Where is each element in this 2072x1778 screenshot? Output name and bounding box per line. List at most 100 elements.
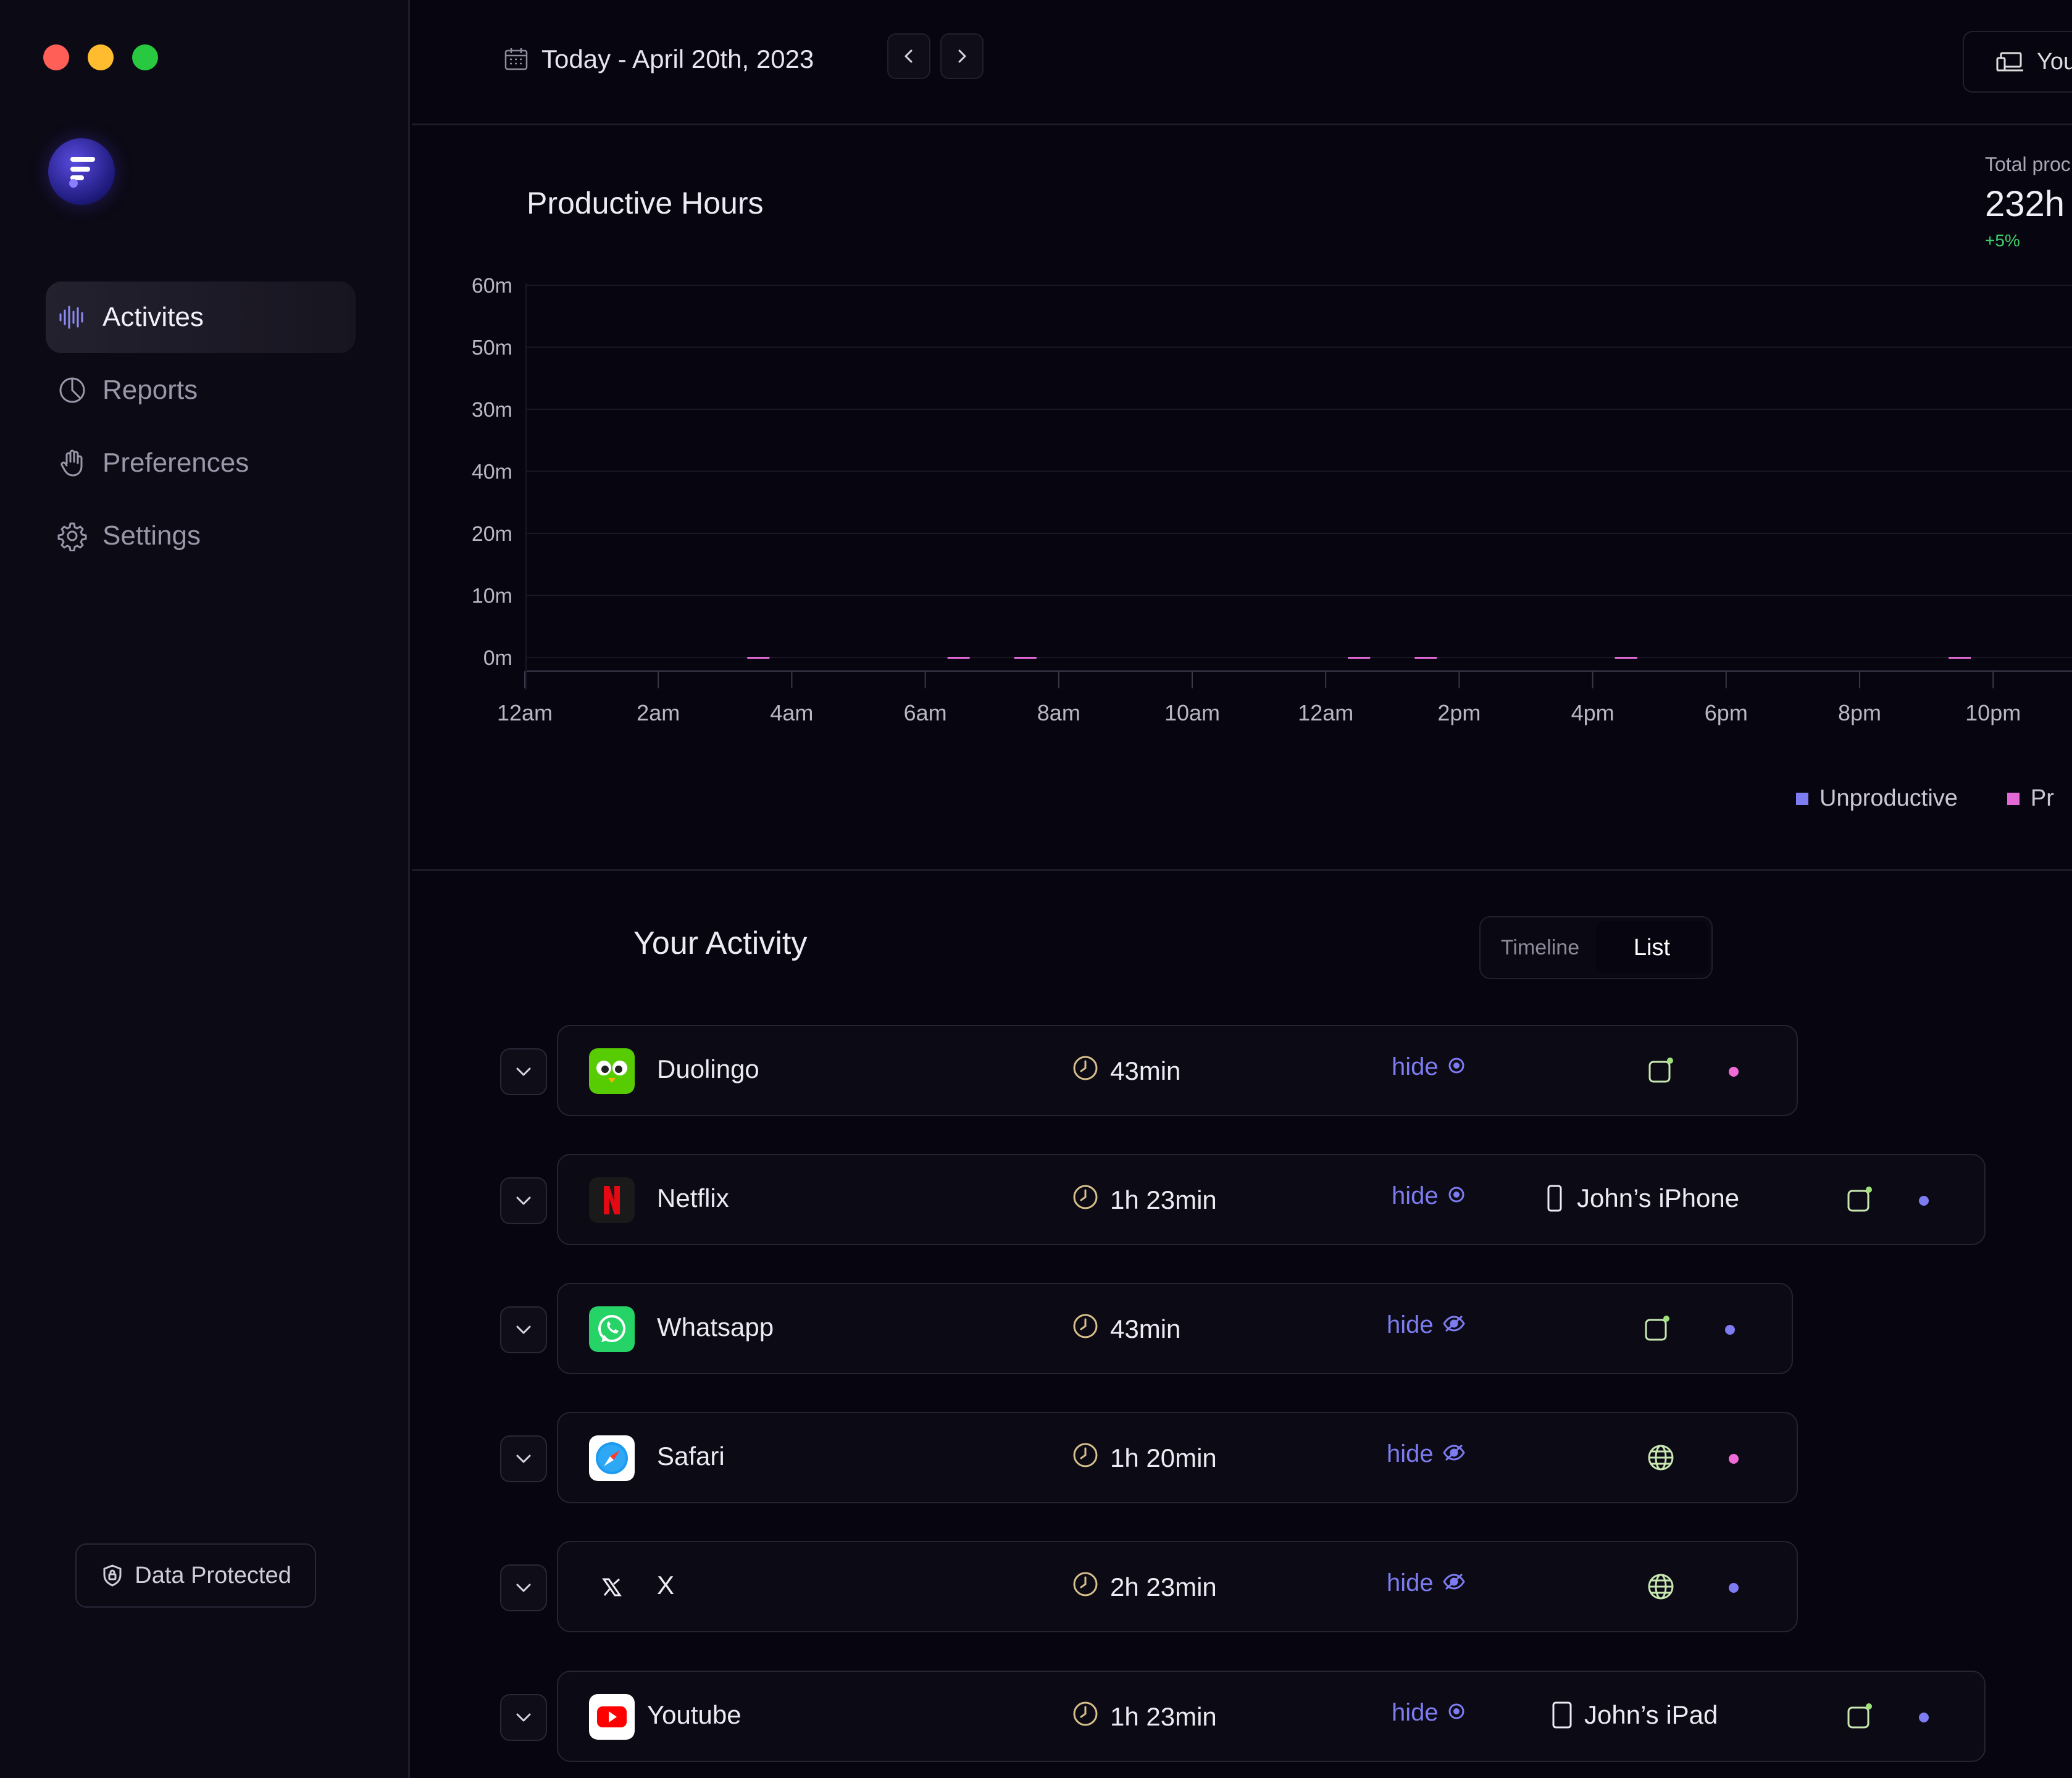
category-dot — [1729, 1454, 1739, 1464]
x-tick-label: 4am — [770, 700, 813, 725]
y-tick-label: 30m — [472, 398, 512, 422]
chart-bar[interactable] — [1348, 657, 1371, 659]
duration-value: 43min — [1110, 1314, 1181, 1343]
activity-card[interactable]: Safari 1h 20min hide — [557, 1412, 1798, 1503]
expand-row-button[interactable] — [500, 1564, 547, 1611]
activity-row: Duolingo 43min hide — [0, 1025, 2072, 1119]
app-name: Whatsapp — [657, 1313, 774, 1342]
duration-value: 2h 23min — [1110, 1572, 1217, 1601]
legend-swatch — [2007, 792, 2020, 805]
clock-icon — [1072, 1313, 1099, 1346]
calendar-icon — [504, 48, 528, 70]
globe-icon — [1646, 1443, 1676, 1472]
sidebar-item-activites[interactable]: Activites — [46, 282, 356, 353]
category-dot — [1729, 1067, 1739, 1077]
hide-label: hide — [1387, 1311, 1434, 1338]
sidebar-item-label: Activites — [102, 302, 204, 332]
activity-card[interactable]: X 2h 23min hide — [557, 1541, 1798, 1632]
activity-card[interactable]: Duolingo 43min hide — [557, 1025, 1798, 1116]
hide-toggle[interactable]: hide — [1392, 1053, 1466, 1081]
app-name: X — [657, 1571, 675, 1600]
sidebar-nav: Activites Reports Preferences Settings — [46, 282, 356, 573]
pie-chart-icon — [59, 377, 85, 403]
duration-value: 43min — [1110, 1056, 1181, 1085]
chevron-down-icon — [516, 1067, 531, 1076]
expand-row-button[interactable] — [500, 1435, 547, 1482]
chevron-down-icon — [516, 1455, 531, 1463]
activity-row: Whatsapp 43min hide — [0, 1283, 2072, 1377]
chart-bar[interactable] — [1949, 657, 1971, 659]
app-name: Youtube — [647, 1700, 741, 1729]
duration: 43min — [1072, 1313, 1180, 1346]
gear-icon — [57, 522, 87, 551]
expand-row-button[interactable] — [500, 1048, 547, 1095]
chart-bar[interactable] — [747, 657, 770, 659]
previous-day-button[interactable] — [887, 33, 930, 79]
activity-card[interactable]: Youtube 1h 23min hide John’s iPad — [557, 1671, 1986, 1762]
laptop-icon — [1996, 52, 2023, 72]
top-bar: Today - April 20th, 2023 You — [412, 0, 2072, 125]
next-day-button[interactable] — [940, 33, 984, 79]
activity-card[interactable]: Whatsapp 43min hide — [557, 1283, 1793, 1374]
chevron-down-icon — [516, 1325, 531, 1334]
app-name: Netflix — [657, 1183, 729, 1212]
chevron-right-icon — [958, 49, 966, 63]
sidebar-item-reports[interactable]: Reports — [46, 354, 356, 426]
activity-card[interactable]: Netflix 1h 23min hide John’s iPhone — [557, 1154, 1986, 1245]
x-tick-label: 6pm — [1705, 700, 1748, 725]
date-picker[interactable]: Today - April 20th, 2023 — [503, 44, 814, 74]
duration: 1h 23min — [1072, 1183, 1217, 1217]
hide-toggle[interactable]: hide — [1387, 1440, 1466, 1468]
tab-timeline[interactable]: Timeline — [1484, 921, 1596, 974]
hide-toggle[interactable]: hide — [1387, 1311, 1466, 1339]
chevron-left-icon — [904, 49, 913, 63]
hide-toggle[interactable]: hide — [1392, 1182, 1466, 1210]
duration: 43min — [1072, 1054, 1180, 1088]
clock-icon — [1072, 1054, 1099, 1088]
device-selector[interactable]: You — [1963, 31, 2072, 93]
chart-bar[interactable] — [1414, 657, 1437, 659]
legend-item-productive: Pr — [2007, 785, 2054, 812]
chart-bar[interactable] — [947, 657, 970, 659]
clock-icon — [1072, 1700, 1099, 1734]
x-tick-label: 4pm — [1571, 700, 1615, 725]
expand-row-button[interactable] — [500, 1694, 547, 1741]
date-label: Today - April 20th, 2023 — [541, 44, 814, 73]
duolingo-icon — [589, 1048, 635, 1094]
netflix-icon — [589, 1177, 635, 1223]
category-dot — [1729, 1583, 1739, 1593]
chart-bar[interactable] — [1615, 657, 1637, 659]
phone-icon — [1547, 1185, 1562, 1212]
expand-row-button[interactable] — [500, 1306, 547, 1353]
hide-toggle[interactable]: hide — [1392, 1699, 1466, 1727]
window-controls — [43, 44, 158, 70]
app-name: Safari — [657, 1442, 725, 1471]
y-tick-label: 20m — [472, 522, 512, 546]
close-window-button[interactable] — [43, 44, 69, 70]
chart-bar[interactable] — [1014, 657, 1037, 659]
legend-item-unproductive: Unproductive — [1796, 785, 1958, 812]
safari-icon — [589, 1435, 635, 1481]
clock-icon — [1072, 1571, 1099, 1604]
sidebar-item-label: Reports — [102, 375, 198, 405]
productive-hours-chart: 60m 50m 30m 40m 20m 10m 0m 12am 2am 4am 6am 8am 10am… — [472, 274, 2072, 725]
hide-label: hide — [1392, 1182, 1439, 1209]
expand-row-button[interactable] — [500, 1177, 547, 1224]
productive-hours-panel: Productive Hours Total proc 232h 5 +5% 6… — [412, 123, 2072, 871]
activity-row: Youtube 1h 23min hide John’s iPad — [0, 1671, 2072, 1764]
hide-label: hide — [1392, 1053, 1439, 1080]
app-icon — [1646, 1056, 1676, 1085]
tablet-icon — [1552, 1701, 1572, 1729]
category-dot — [1919, 1713, 1929, 1722]
minimize-window-button[interactable] — [88, 44, 114, 70]
sidebar-item-preferences[interactable]: Preferences — [46, 427, 356, 499]
zoom-window-button[interactable] — [132, 44, 158, 70]
activity-title: Your Activity — [633, 925, 808, 961]
duration: 2h 23min — [1072, 1571, 1217, 1604]
tab-list[interactable]: List — [1596, 921, 1708, 974]
sidebar-item-settings[interactable]: Settings — [46, 500, 356, 572]
hide-toggle[interactable]: hide — [1387, 1569, 1466, 1597]
app-logo[interactable] — [48, 138, 115, 205]
chevron-down-icon — [516, 1713, 531, 1722]
category-dot — [1919, 1196, 1929, 1206]
